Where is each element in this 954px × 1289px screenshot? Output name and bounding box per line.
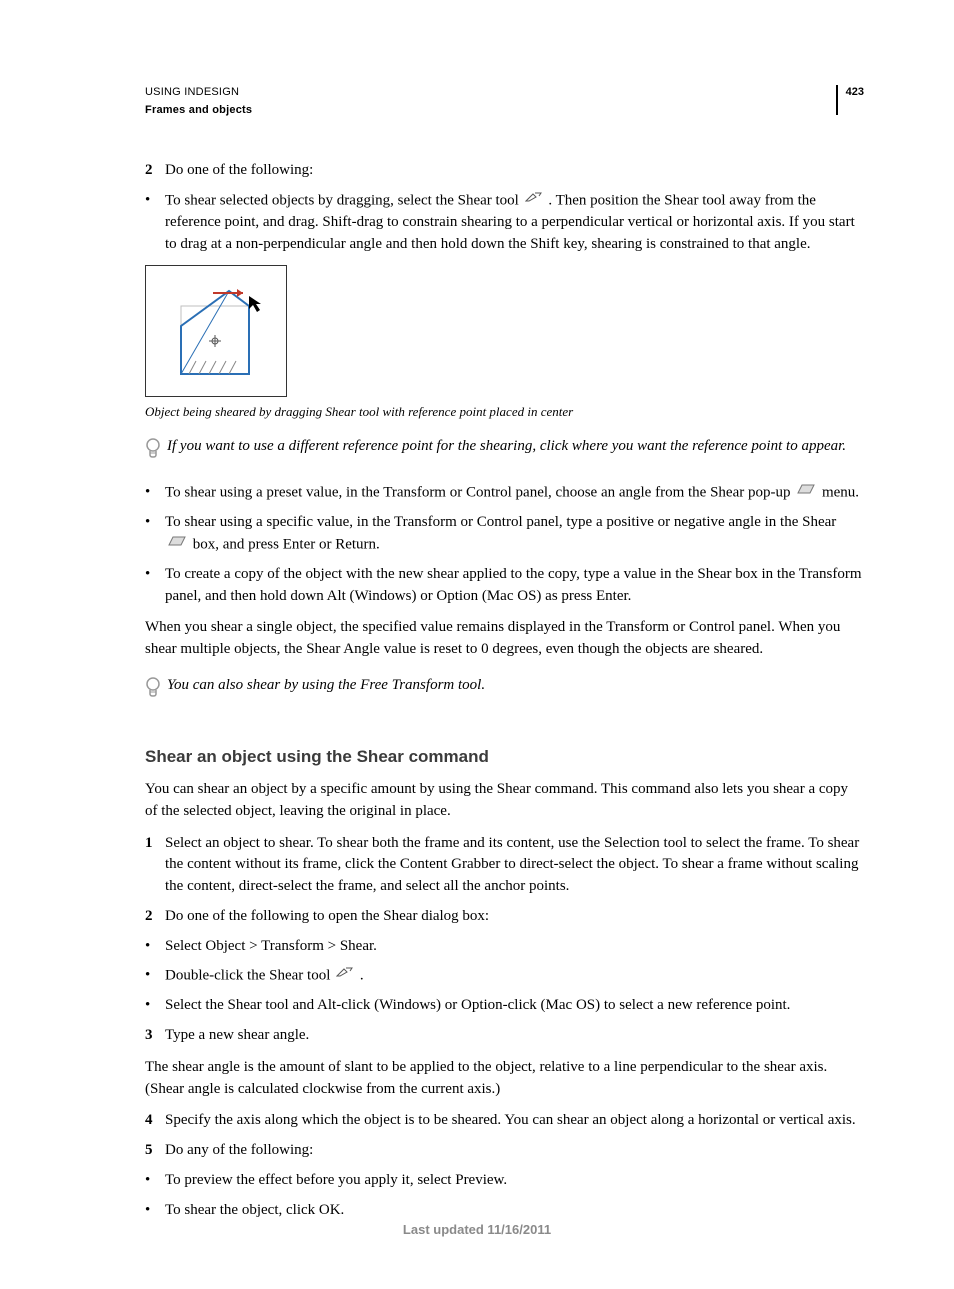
step-2: 2 Do one of the following:: [145, 160, 864, 182]
bullet-body: Double-click the Shear tool .: [165, 965, 864, 987]
step-marker: 2: [145, 906, 165, 928]
step-marker: 3: [145, 1025, 165, 1047]
step-marker: 1: [145, 833, 165, 898]
step-marker: 4: [145, 1110, 165, 1132]
lightbulb-icon: [145, 438, 163, 468]
step-text: Do any of the following:: [165, 1140, 864, 1162]
text-part-b: box, and press Enter or Return.: [193, 536, 380, 552]
bullet-marker: •: [145, 936, 165, 958]
step-text: Specify the axis along which the object …: [165, 1110, 864, 1132]
step-text: Do one of the following:: [165, 160, 864, 182]
paragraph-shear-angle: The shear angle is the amount of slant t…: [145, 1057, 864, 1101]
tip-text: If you want to use a different reference…: [167, 436, 864, 458]
header-doc-title: USING INDESIGN: [145, 85, 252, 101]
bullet-marker: •: [145, 564, 165, 608]
header-section: Frames and objects: [145, 103, 252, 119]
shear-box-icon: [167, 533, 187, 555]
bullet-body: To shear using a preset value, in the Tr…: [165, 482, 864, 504]
bullet-marker: •: [145, 512, 165, 556]
shear-tool-icon: [336, 964, 354, 986]
bullet-body: Select Object > Transform > Shear.: [165, 936, 864, 958]
bullet-marker: •: [145, 995, 165, 1017]
bullet-body: To shear the object, click OK.: [165, 1200, 864, 1222]
tip-reference-point: If you want to use a different reference…: [145, 436, 864, 468]
bullet-preset-value: • To shear using a preset value, in the …: [145, 482, 864, 504]
paragraph-intro: You can shear an object by a specific am…: [145, 779, 864, 823]
bullet-marker: •: [145, 482, 165, 504]
bullet-body: Select the Shear tool and Alt-click (Win…: [165, 995, 864, 1017]
step-text: Type a new shear angle.: [165, 1025, 864, 1047]
page-number: 423: [836, 85, 864, 115]
step-text: Do one of the following to open the Shea…: [165, 906, 864, 928]
bullet-preview: • To preview the effect before you apply…: [145, 1170, 864, 1192]
bullet-alt-click: • Select the Shear tool and Alt-click (W…: [145, 995, 864, 1017]
text-part-a: To shear using a specific value, in the …: [165, 514, 836, 530]
cmd-step-4: 4 Specify the axis along which the objec…: [145, 1110, 864, 1132]
figure-image: [145, 265, 287, 397]
text-part-b: menu.: [822, 484, 859, 500]
bullet-body: To shear selected objects by dragging, s…: [165, 190, 864, 256]
bullet-body: To create a copy of the object with the …: [165, 564, 864, 608]
bullet-marker: •: [145, 1200, 165, 1222]
figure-shear-drag: Object being sheared by dragging Shear t…: [145, 265, 864, 422]
cmd-step-3: 3 Type a new shear angle.: [145, 1025, 864, 1047]
bullet-shear-by-dragging: • To shear selected objects by dragging,…: [145, 190, 864, 256]
bullet-body: To preview the effect before you apply i…: [165, 1170, 864, 1192]
step-marker: 2: [145, 160, 165, 182]
tip-free-transform: You can also shear by using the Free Tra…: [145, 675, 864, 707]
cmd-step-5: 5 Do any of the following:: [145, 1140, 864, 1162]
header-left: USING INDESIGN Frames and objects: [145, 85, 252, 119]
shear-popup-icon: [796, 481, 816, 503]
bullet-marker: •: [145, 190, 165, 256]
lightbulb-icon: [145, 677, 163, 707]
page-header: USING INDESIGN Frames and objects 423: [145, 85, 864, 119]
step-marker: 5: [145, 1140, 165, 1162]
cmd-step-1: 1 Select an object to shear. To shear bo…: [145, 833, 864, 898]
text-part-a: To shear selected objects by dragging, s…: [165, 192, 523, 208]
footer-last-updated: Last updated 11/16/2011: [0, 1221, 954, 1240]
paragraph-single-object: When you shear a single object, the spec…: [145, 617, 864, 661]
bullet-marker: •: [145, 1170, 165, 1192]
text-part-b: .: [360, 968, 364, 984]
text-part-a: Double-click the Shear tool: [165, 968, 334, 984]
bullet-menu-path: • Select Object > Transform > Shear.: [145, 936, 864, 958]
cmd-step-2: 2 Do one of the following to open the Sh…: [145, 906, 864, 928]
figure-caption: Object being sheared by dragging Shear t…: [145, 403, 864, 422]
bullet-marker: •: [145, 965, 165, 987]
text-part-a: To shear using a preset value, in the Tr…: [165, 484, 794, 500]
bullet-specific-value: • To shear using a specific value, in th…: [145, 512, 864, 556]
bullet-create-copy: • To create a copy of the object with th…: [145, 564, 864, 608]
step-text: Select an object to shear. To shear both…: [165, 833, 864, 898]
shear-tool-icon: [525, 189, 543, 211]
bullet-click-ok: • To shear the object, click OK.: [145, 1200, 864, 1222]
bullet-double-click: • Double-click the Shear tool .: [145, 965, 864, 987]
heading-shear-command: Shear an object using the Shear command: [145, 745, 864, 770]
tip-text: You can also shear by using the Free Tra…: [167, 675, 864, 697]
bullet-body: To shear using a specific value, in the …: [165, 512, 864, 556]
